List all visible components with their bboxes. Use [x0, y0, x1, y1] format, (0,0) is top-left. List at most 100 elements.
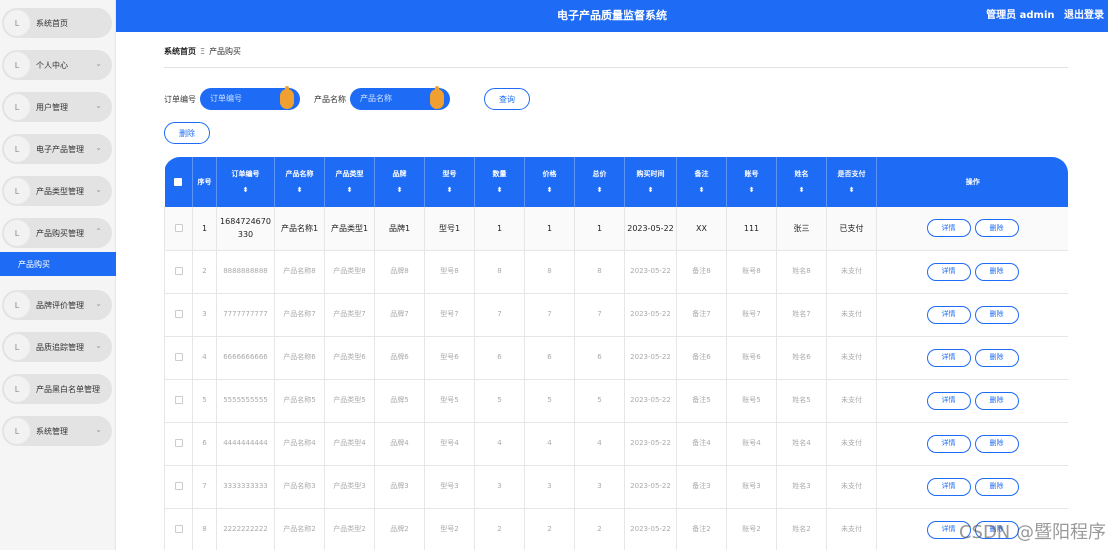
cell-qty: 4 — [474, 422, 525, 466]
logout-button[interactable]: 退出登录 — [1064, 10, 1104, 21]
product-name-input[interactable]: 产品名称 — [350, 86, 450, 110]
row-delete-button[interactable]: 删除 — [974, 520, 1019, 539]
sidebar-item[interactable]: L 系统管理 ⌄ — [2, 416, 112, 446]
batch-delete-button[interactable]: 删除 — [164, 122, 210, 144]
chevron-down-icon[interactable]: ⌄ — [95, 425, 102, 434]
sidebar-item[interactable]: L 品牌评价管理 ⌄ — [2, 290, 112, 320]
column-header-label: 型号 — [442, 170, 457, 178]
row-delete-button[interactable]: 删除 — [974, 477, 1019, 496]
sidebar-item[interactable]: L 电子产品管理 ⌄ — [2, 134, 112, 164]
chevron-down-icon[interactable]: ⌄ — [95, 185, 102, 194]
row-checkbox[interactable] — [174, 310, 183, 318]
query-button[interactable]: 查询 — [484, 88, 530, 110]
row-delete-button[interactable]: 删除 — [974, 262, 1019, 281]
cell-brand: 品牌1 — [374, 207, 425, 251]
sort-icon[interactable]: ⬍ — [829, 182, 874, 198]
cell-name: 产品名称2 — [274, 508, 325, 550]
column-header[interactable]: 账号 ⬍ — [726, 157, 777, 207]
cell-name: 产品名称8 — [274, 250, 325, 294]
sidebar-item[interactable]: L 用户管理 ⌄ — [2, 92, 112, 122]
menu-l-icon: L — [4, 52, 30, 78]
row-delete-button[interactable]: 删除 — [974, 348, 1019, 367]
sidebar-item[interactable]: L 系统首页 — [2, 8, 112, 38]
sort-icon[interactable]: ⬍ — [779, 182, 824, 198]
column-header[interactable]: 购买时间 ⬍ — [624, 157, 677, 207]
column-header[interactable]: 订单编号 ⬍ — [216, 157, 275, 207]
detail-button[interactable]: 详情 — [926, 434, 971, 453]
sort-icon[interactable]: ⬍ — [679, 182, 724, 198]
chevron-down-icon[interactable]: ⌄ — [95, 341, 102, 350]
column-header[interactable]: 姓名 ⬍ — [776, 157, 827, 207]
chevron-down-icon[interactable]: ⌄ — [95, 143, 102, 152]
cell-model: 型号1 — [424, 207, 475, 251]
sidebar-item[interactable]: L 产品购买管理 ⌃ — [2, 218, 112, 248]
row-checkbox[interactable] — [174, 525, 183, 533]
row-checkbox[interactable] — [174, 224, 183, 233]
chevron-down-icon[interactable]: ⌄ — [95, 101, 102, 110]
detail-button[interactable]: 详情 — [926, 348, 971, 367]
chevron-down-icon[interactable]: ⌄ — [95, 299, 102, 308]
menu-l-icon: L — [4, 334, 30, 360]
detail-button[interactable]: 详情 — [926, 477, 971, 496]
sort-icon[interactable]: ⬍ — [477, 182, 522, 198]
select-all-checkbox[interactable] — [174, 178, 183, 186]
cell-order: 8888888888 — [216, 250, 275, 294]
sort-icon[interactable]: ⬍ — [627, 182, 674, 198]
sort-icon[interactable]: ⬍ — [277, 182, 322, 198]
cell-name: 产品名称4 — [274, 422, 325, 466]
sidebar-item-label: 产品黑白名单管理 — [36, 384, 100, 394]
sidebar-item[interactable]: L 品质追踪管理 ⌄ — [2, 332, 112, 362]
row-checkbox[interactable] — [174, 267, 183, 275]
cell-total: 2 — [574, 508, 625, 550]
column-header[interactable]: 价格 ⬍ — [524, 157, 575, 207]
row-checkbox[interactable] — [174, 396, 183, 404]
column-header[interactable]: 数量 ⬍ — [474, 157, 525, 207]
sort-icon[interactable]: ⬍ — [327, 182, 372, 198]
sidebar-item[interactable]: L 产品黑白名单管理 ⌄ — [2, 374, 112, 404]
sort-icon[interactable]: ⬍ — [427, 182, 472, 198]
chevron-down-icon[interactable]: ⌄ — [95, 383, 102, 392]
detail-button[interactable]: 详情 — [926, 391, 971, 410]
detail-button[interactable]: 详情 — [926, 520, 971, 539]
column-header-label: 序号 — [197, 178, 212, 186]
cell-paid: 已支付 — [826, 207, 877, 251]
column-header[interactable]: 总价 ⬍ — [574, 157, 625, 207]
sort-icon[interactable]: ⬍ — [577, 182, 622, 198]
row-checkbox[interactable] — [174, 439, 183, 447]
column-header[interactable]: 品牌 ⬍ — [374, 157, 425, 207]
sort-icon[interactable]: ⬍ — [527, 182, 572, 198]
cell-brand: 品牌8 — [374, 250, 425, 294]
row-delete-button[interactable]: 删除 — [974, 305, 1019, 324]
sidebar-subitem-active[interactable]: 产品购买 — [0, 252, 116, 276]
chevron-down-icon[interactable]: ⌄ — [95, 59, 102, 68]
row-delete-button[interactable]: 删除 — [974, 219, 1019, 238]
column-header[interactable]: 产品名称 ⬍ — [274, 157, 325, 207]
row-checkbox[interactable] — [174, 353, 183, 361]
detail-button[interactable]: 详情 — [926, 305, 971, 324]
chevron-up-icon[interactable]: ⌃ — [95, 227, 102, 236]
order-number-input[interactable]: 订单编号 — [200, 86, 300, 110]
detail-button[interactable]: 详情 — [926, 219, 971, 238]
table-row: 8 2222222222 产品名称2 产品类型2 品牌2 型号2 2 2 2 2023-05-22… — [164, 508, 1068, 550]
row-checkbox[interactable] — [174, 482, 183, 490]
current-user[interactable]: 管理员 admin — [986, 10, 1054, 21]
sidebar-item[interactable]: L 产品类型管理 ⌄ — [2, 176, 112, 206]
column-header[interactable]: 型号 ⬍ — [424, 157, 475, 207]
column-header[interactable]: 备注 ⬍ — [676, 157, 727, 207]
cell-note: 备注2 — [676, 508, 727, 550]
product-name-placeholder: 产品名称 — [360, 94, 392, 103]
row-delete-button[interactable]: 删除 — [974, 391, 1019, 410]
row-select-cell — [164, 422, 193, 466]
row-delete-button[interactable]: 删除 — [974, 434, 1019, 453]
sort-icon[interactable]: ⬍ — [219, 182, 272, 198]
table-row: 7 3333333333 产品名称3 产品类型3 品牌3 型号3 3 3 3 2023-05-22… — [164, 465, 1068, 509]
sort-icon[interactable]: ⬍ — [377, 182, 422, 198]
detail-button[interactable]: 详情 — [926, 262, 971, 281]
breadcrumb-home[interactable]: 系统首页 — [164, 47, 196, 56]
column-header[interactable]: 是否支付 ⬍ — [826, 157, 877, 207]
cell-date: 2023-05-22 — [624, 250, 677, 294]
sidebar-item[interactable]: L 个人中心 ⌄ — [2, 50, 112, 80]
column-header[interactable]: 产品类型 ⬍ — [324, 157, 375, 207]
sort-icon[interactable]: ⬍ — [729, 182, 774, 198]
pencil-knob-icon — [430, 86, 444, 109]
